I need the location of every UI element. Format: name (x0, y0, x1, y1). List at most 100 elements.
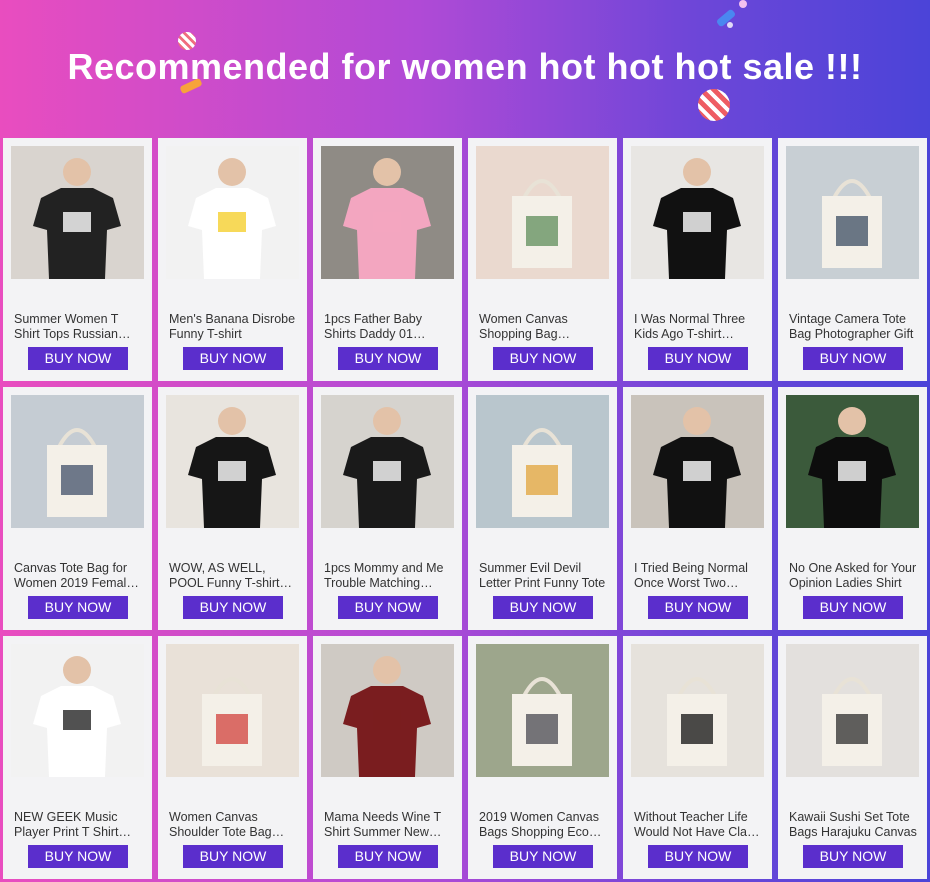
shirt-print-shape (63, 212, 91, 232)
product-image-graphic (631, 395, 764, 528)
product-card[interactable]: 1pcs Father Baby Shirts Daddy 01 Matchin… (313, 138, 462, 381)
product-title[interactable]: Women Canvas Shoulder Tote Bag Casual (169, 810, 297, 840)
product-title[interactable]: Kawaii Sushi Set Tote Bags Harajuku Canv… (789, 810, 917, 840)
product-image[interactable] (11, 644, 144, 777)
model-head-shape (373, 407, 401, 435)
buy-now-button[interactable]: BUY NOW (338, 845, 438, 868)
product-image[interactable] (786, 146, 919, 279)
shirt-print-shape (218, 461, 246, 481)
shirt-print-shape (218, 212, 246, 232)
buy-now-button[interactable]: BUY NOW (648, 845, 748, 868)
product-image[interactable] (476, 395, 609, 528)
shirt-print-shape (63, 710, 91, 730)
product-image[interactable] (631, 395, 764, 528)
product-image-graphic (166, 146, 299, 279)
bag-print-shape (681, 714, 713, 744)
product-card[interactable]: Without Teacher Life Would Not Have Clas… (623, 636, 772, 879)
model-head-shape (373, 656, 401, 684)
product-card[interactable]: Women Canvas Shoulder Tote Bag Casual BUY… (158, 636, 307, 879)
confetti-icon (739, 0, 747, 8)
product-image-graphic (11, 146, 144, 279)
product-image[interactable] (476, 146, 609, 279)
model-head-shape (683, 407, 711, 435)
buy-now-button[interactable]: BUY NOW (28, 596, 128, 619)
buy-now-button[interactable]: BUY NOW (28, 347, 128, 370)
product-image[interactable] (321, 644, 454, 777)
product-image[interactable] (631, 146, 764, 279)
buy-now-button[interactable]: BUY NOW (183, 347, 283, 370)
product-title[interactable]: NEW GEEK Music Player Print T Shirt Men (14, 810, 142, 840)
product-image[interactable] (166, 644, 299, 777)
confetti-icon (715, 8, 737, 28)
product-image[interactable] (11, 395, 144, 528)
buy-now-button[interactable]: BUY NOW (28, 845, 128, 868)
product-image[interactable] (321, 146, 454, 279)
product-image-graphic (11, 395, 144, 528)
product-card[interactable]: Women Canvas Shopping Bag Embroidered BUY… (468, 138, 617, 381)
buy-now-button[interactable]: BUY NOW (648, 596, 748, 619)
model-head-shape (63, 158, 91, 186)
bag-print-shape (61, 465, 93, 495)
buy-now-button[interactable]: BUY NOW (183, 845, 283, 868)
product-image[interactable] (786, 644, 919, 777)
product-card[interactable]: Vintage Camera Tote Bag Photographer Gif… (778, 138, 927, 381)
product-title[interactable]: I Tried Being Normal Once Worst Two Minu… (634, 561, 762, 591)
buy-now-button[interactable]: BUY NOW (183, 596, 283, 619)
product-title[interactable]: WOW, AS WELL, POOL Funny T-shirt Women (169, 561, 297, 591)
product-card[interactable]: Mama Needs Wine T Shirt Summer New Women… (313, 636, 462, 879)
product-image-graphic (631, 146, 764, 279)
product-image[interactable] (476, 644, 609, 777)
product-card[interactable]: Men's Banana Disrobe Funny T-shirt BUY NO… (158, 138, 307, 381)
product-title[interactable]: Canvas Tote Bag for Women 2019 Female Pr… (14, 561, 142, 591)
product-image[interactable] (166, 146, 299, 279)
product-card[interactable]: Summer Women T Shirt Tops Russian Inscri… (3, 138, 152, 381)
product-card[interactable]: 1pcs Mommy and Me Trouble Matching Shirt… (313, 387, 462, 630)
product-card[interactable]: WOW, AS WELL, POOL Funny T-shirt Women BU… (158, 387, 307, 630)
product-image-graphic (166, 395, 299, 528)
model-head-shape (838, 407, 866, 435)
product-title[interactable]: 2019 Women Canvas Bags Shopping Eco Tote (479, 810, 607, 840)
product-image-graphic (11, 644, 144, 777)
product-image[interactable] (166, 395, 299, 528)
product-card[interactable]: NEW GEEK Music Player Print T Shirt Men B… (3, 636, 152, 879)
product-image[interactable] (786, 395, 919, 528)
buy-now-button[interactable]: BUY NOW (648, 347, 748, 370)
buy-now-button[interactable]: BUY NOW (493, 347, 593, 370)
product-image[interactable] (631, 644, 764, 777)
product-title[interactable]: Mama Needs Wine T Shirt Summer New Women (324, 810, 452, 840)
product-title[interactable]: Summer Women T Shirt Tops Russian Inscri… (14, 312, 142, 342)
buy-now-button[interactable]: BUY NOW (338, 596, 438, 619)
product-card[interactable]: Kawaii Sushi Set Tote Bags Harajuku Canv… (778, 636, 927, 879)
product-card[interactable]: No One Asked for Your Opinion Ladies Shi… (778, 387, 927, 630)
shirt-print-shape (373, 461, 401, 481)
product-image-graphic (786, 395, 919, 528)
product-title[interactable]: I Was Normal Three Kids Ago T-shirt Casu… (634, 312, 762, 342)
buy-now-button[interactable]: BUY NOW (803, 347, 903, 370)
product-title[interactable]: Men's Banana Disrobe Funny T-shirt (169, 312, 297, 342)
product-title[interactable]: 1pcs Father Baby Shirts Daddy 01 Matchin… (324, 312, 452, 342)
product-title[interactable]: Women Canvas Shopping Bag Embroidered (479, 312, 607, 342)
product-card[interactable]: Summer Evil Devil Letter Print Funny Tot… (468, 387, 617, 630)
buy-now-button[interactable]: BUY NOW (493, 596, 593, 619)
product-image-graphic (631, 644, 764, 777)
product-image[interactable] (321, 395, 454, 528)
buy-now-button[interactable]: BUY NOW (338, 347, 438, 370)
product-title[interactable]: No One Asked for Your Opinion Ladies Shi… (789, 561, 917, 591)
product-card[interactable]: I Tried Being Normal Once Worst Two Minu… (623, 387, 772, 630)
product-card[interactable]: I Was Normal Three Kids Ago T-shirt Casu… (623, 138, 772, 381)
shirt-print-shape (683, 461, 711, 481)
product-card[interactable]: Canvas Tote Bag for Women 2019 Female Pr… (3, 387, 152, 630)
model-head-shape (218, 158, 246, 186)
product-image[interactable] (11, 146, 144, 279)
product-grid: Summer Women T Shirt Tops Russian Inscri… (3, 138, 928, 879)
buy-now-button[interactable]: BUY NOW (803, 845, 903, 868)
product-title[interactable]: Vintage Camera Tote Bag Photographer Gif… (789, 312, 917, 342)
product-title[interactable]: 1pcs Mommy and Me Trouble Matching Shirt… (324, 561, 452, 591)
product-title[interactable]: Without Teacher Life Would Not Have Clas… (634, 810, 762, 840)
buy-now-button[interactable]: BUY NOW (493, 845, 593, 868)
product-image-graphic (476, 146, 609, 279)
product-card[interactable]: 2019 Women Canvas Bags Shopping Eco Tote… (468, 636, 617, 879)
buy-now-button[interactable]: BUY NOW (803, 596, 903, 619)
product-title[interactable]: Summer Evil Devil Letter Print Funny Tot… (479, 561, 607, 591)
model-head-shape (373, 158, 401, 186)
